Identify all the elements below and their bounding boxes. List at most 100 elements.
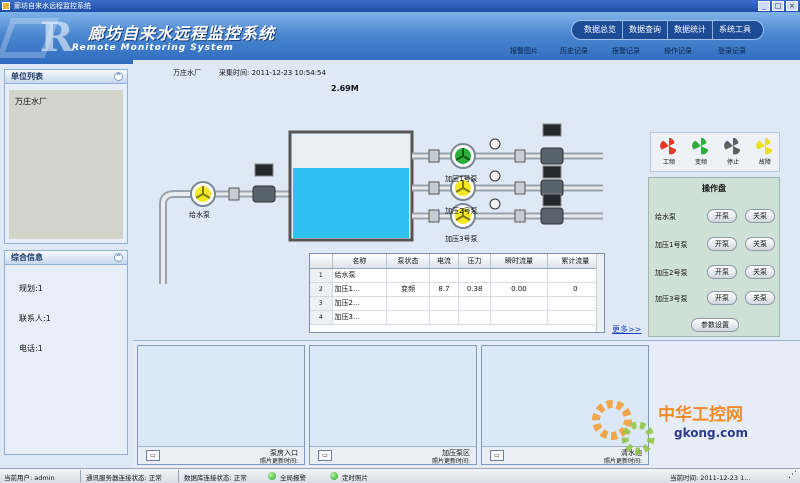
close-button[interactable]: × <box>786 1 798 11</box>
minimize-button[interactable]: _ <box>758 1 770 11</box>
info-header: 综合信息 ^ <box>5 251 127 265</box>
flowmeter-display-icon <box>542 193 562 207</box>
window-title: 廊坊自来水远程监控系统 <box>14 2 91 10</box>
collapse-icon[interactable]: ^ <box>114 72 123 81</box>
unit-list-body: 万庄水厂 <box>9 90 123 239</box>
col-pressure[interactable]: 压力 <box>458 254 492 269</box>
status-alarm[interactable]: 全局报警 <box>280 472 306 482</box>
table-row[interactable]: 1 给水泵 <box>310 268 604 283</box>
inlet-stop-button[interactable]: 关泵 <box>745 209 775 223</box>
collect-time: 采集时间: 2011-12-23 10:54:54 <box>219 69 326 77</box>
tank-water <box>293 168 409 238</box>
table-header-row: 名称 泵状态 电流 压力 瞬时流量 累计流量 <box>310 254 604 269</box>
table-row[interactable]: 3 加压2... <box>310 296 604 311</box>
fan-gray-icon <box>724 137 741 155</box>
col-current[interactable]: 电流 <box>429 254 460 269</box>
subnav-login-log[interactable]: 登录记录 <box>718 46 746 56</box>
pump-status-legend: 工频 变频 停止 故障 <box>650 132 780 172</box>
legend-item: 故障 <box>751 137 779 166</box>
booster-pump-1-icon <box>450 143 476 169</box>
ctrl-label-booster-1: 加压1号泵 <box>655 241 688 249</box>
flowmeter-icon <box>540 147 564 165</box>
col-status[interactable]: 泵状态 <box>386 254 430 269</box>
booster-2-stop-button[interactable]: 关泵 <box>745 265 775 279</box>
fan-yellow-icon <box>756 137 773 155</box>
camera-icon[interactable]: ▭ <box>490 450 504 461</box>
booster-3-stop-button[interactable]: 关泵 <box>745 291 775 305</box>
info-contact: 联系人:1 <box>19 314 51 323</box>
top-nav: 数据总览 数据查询 数据统计 系统工具 <box>571 20 764 40</box>
flowmeter-display-icon <box>254 163 274 177</box>
watermark-cn: 中华工控网 <box>658 405 743 425</box>
booster-2-label: 加压2号泵 <box>445 207 478 215</box>
more-link[interactable]: 更多>> <box>612 324 641 335</box>
col-name[interactable]: 名称 <box>332 254 388 269</box>
watermark-en: gkong.com <box>674 426 749 440</box>
legend-item: 变频 <box>687 137 715 166</box>
inlet-pipe <box>159 190 195 284</box>
unit-list-header: 单位列表 ^ <box>5 70 127 84</box>
nav-system-tools[interactable]: 系统工具 <box>713 21 757 39</box>
camera-icon[interactable]: ▭ <box>146 450 160 461</box>
valve-icon <box>514 149 526 163</box>
pressure-gauge-icon <box>489 138 501 150</box>
ctrl-label-booster-2: 加压2号泵 <box>655 269 688 277</box>
sub-nav: 报警图片 历史记录 报警记录 操作记录 登录记录 <box>0 40 800 60</box>
resize-grip-icon[interactable]: ⋰ <box>788 470 797 480</box>
subnav-alarm-photos[interactable]: 报警图片 <box>510 46 538 56</box>
collapse-icon[interactable]: ^ <box>114 253 123 262</box>
fan-red-icon <box>660 137 677 155</box>
maximize-button[interactable]: □ <box>772 1 784 11</box>
nav-data-query[interactable]: 数据查询 <box>623 21 668 39</box>
legend-item: 工频 <box>655 137 683 166</box>
window-titlebar: 廊坊自来水远程监控系统 _ □ × <box>0 0 800 12</box>
camera-icon[interactable]: ▭ <box>318 450 332 461</box>
table-row[interactable]: 4 加压3... <box>310 310 604 325</box>
col-instant-flow[interactable]: 瞬时流量 <box>490 254 548 269</box>
status-separator <box>80 470 81 482</box>
camera-footer: ▭ 加压泵区 照片更新时间: <box>310 446 476 465</box>
station-name: 万庄水厂 <box>173 69 201 77</box>
parameter-settings-button[interactable]: 参数设置 <box>691 318 739 332</box>
booster-1-start-button[interactable]: 开泵 <box>707 237 737 251</box>
unit-item[interactable]: 万庄水厂 <box>15 96 47 107</box>
valve-icon <box>428 209 440 223</box>
alarm-status-icon <box>268 472 276 480</box>
pump-data-table: 名称 泵状态 电流 压力 瞬时流量 累计流量 1 给水泵 2 加压1... 变频… <box>309 253 605 333</box>
camera-pane[interactable]: ▭ 加压泵区 照片更新时间: <box>309 345 477 465</box>
watermark: 中华工控网 gkong.com <box>580 390 790 462</box>
valve-icon <box>428 181 440 195</box>
subnav-operation-log[interactable]: 操作记录 <box>664 46 692 56</box>
booster-2-start-button[interactable]: 开泵 <box>707 265 737 279</box>
booster-1-label: 加压1号泵 <box>445 175 478 183</box>
subnav-history[interactable]: 历史记录 <box>560 46 588 56</box>
camera-time: 照片更新时间: <box>259 458 298 465</box>
status-bar: 当前用户: admin 通讯服务器连接状态: 正常 数据库连接状态: 正常 全局… <box>0 468 800 483</box>
inlet-pump-label: 给水泵 <box>189 211 210 219</box>
status-photo[interactable]: 定时照片 <box>342 472 368 482</box>
table-scrollbar[interactable] <box>596 254 604 332</box>
camera-pane[interactable]: ▭ 泵房入口 照片更新时间: <box>137 345 305 465</box>
nav-data-stats[interactable]: 数据统计 <box>668 21 713 39</box>
fan-green-icon <box>692 137 709 155</box>
info-panel: 综合信息 ^ 规划:1 联系人:1 电话:1 <box>4 250 128 455</box>
ctrl-label-inlet: 给水泵 <box>655 213 676 221</box>
booster-3-start-button[interactable]: 开泵 <box>707 291 737 305</box>
flowmeter-icon <box>540 207 564 225</box>
flowmeter-display-icon <box>542 165 562 179</box>
pressure-gauge-icon <box>489 170 501 182</box>
nav-data-overview[interactable]: 数据总览 <box>578 21 623 39</box>
booster-1-stop-button[interactable]: 关泵 <box>745 237 775 251</box>
flowmeter-icon <box>252 185 276 203</box>
subnav-alarm-log[interactable]: 报警记录 <box>612 46 640 56</box>
photo-status-icon <box>330 472 338 480</box>
unit-list-panel: 单位列表 ^ 万庄水厂 <box>4 69 128 244</box>
table-row[interactable]: 2 加压1... 变频 8.7 0.38 0.00 0 <box>310 282 604 297</box>
inlet-pump-icon <box>190 181 216 207</box>
inlet-start-button[interactable]: 开泵 <box>707 209 737 223</box>
status-clock: 当前时间: 2011-12-23 1... <box>670 474 751 482</box>
status-separator <box>178 470 179 482</box>
col-rownum <box>310 254 333 269</box>
pressure-gauge-icon <box>489 198 501 210</box>
control-panel: 操作盘 给水泵 开泵 关泵 加压1号泵 开泵 关泵 加压2号泵 开泵 关泵 加压… <box>648 177 780 337</box>
